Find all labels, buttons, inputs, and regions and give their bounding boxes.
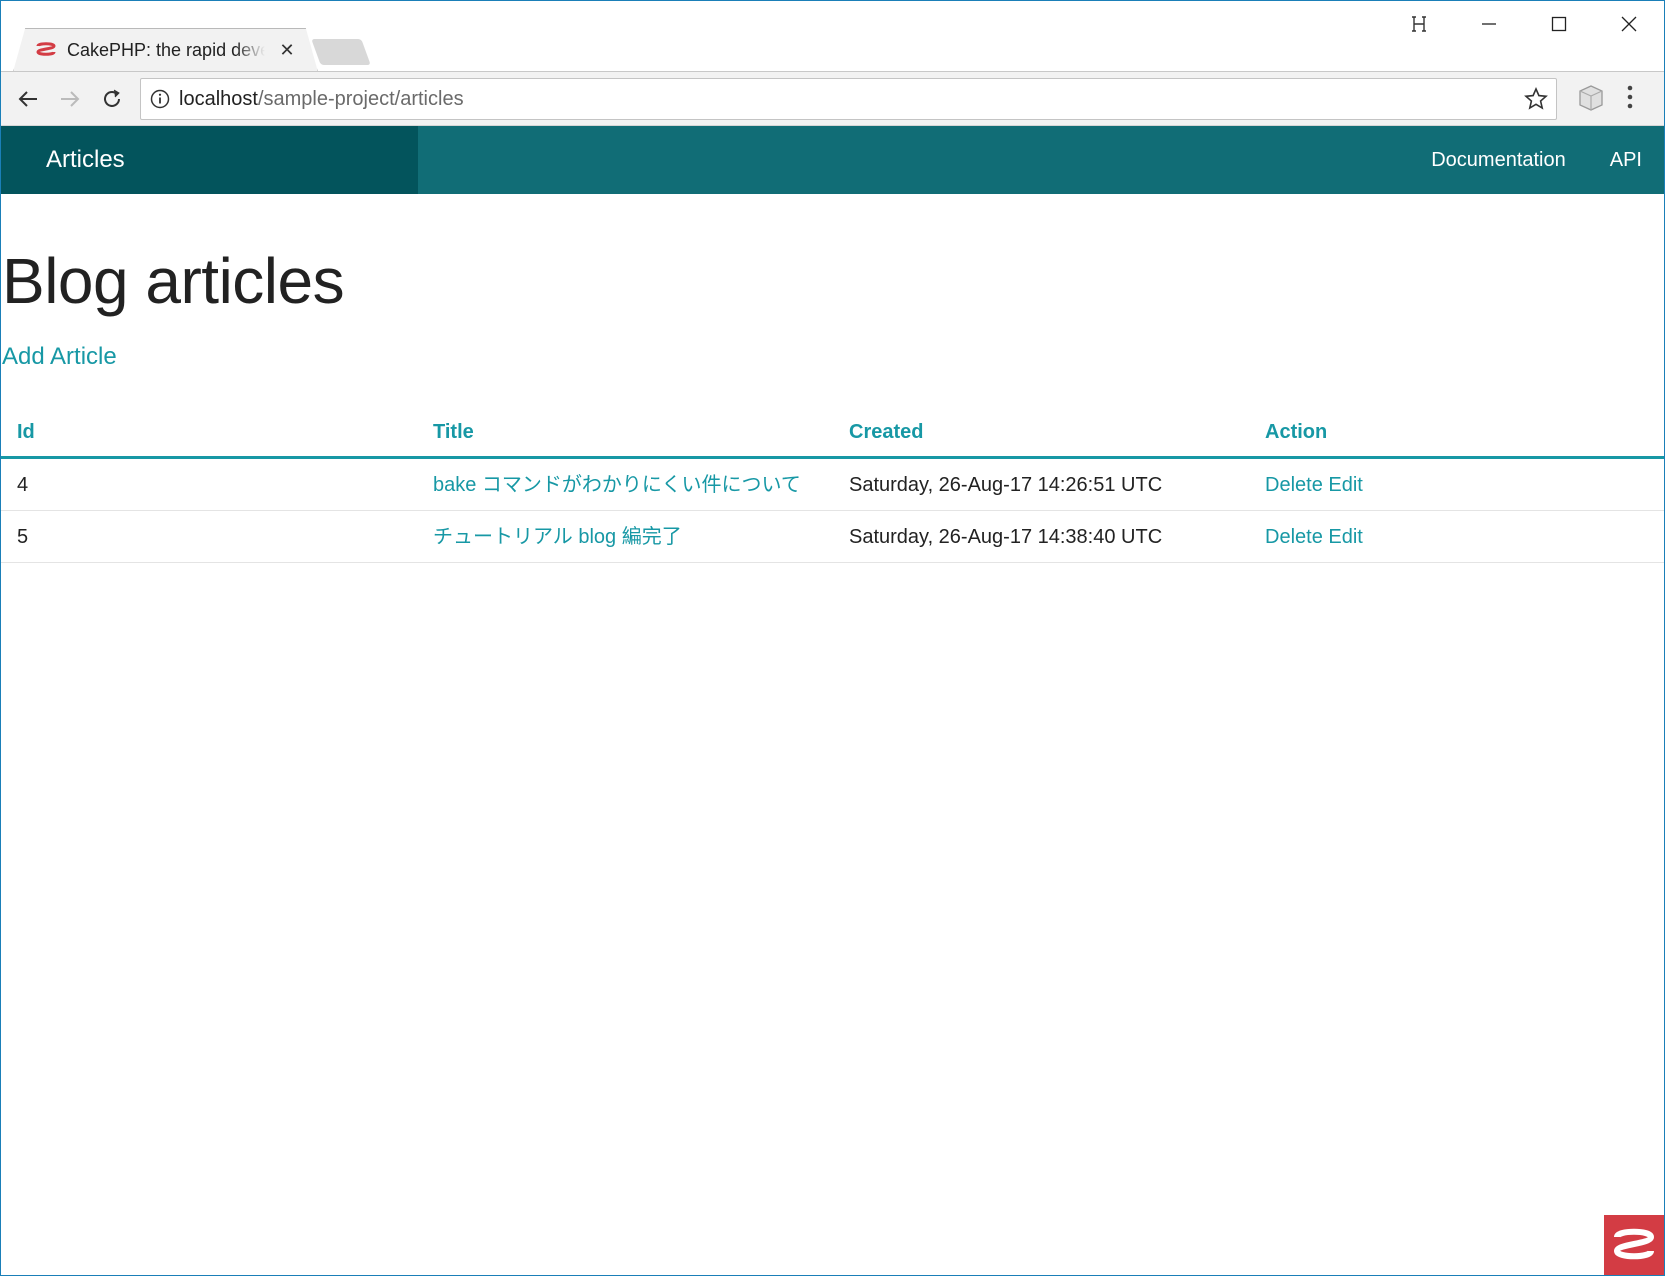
articles-table: Id Title Created Action 4 bake コマンドがわかりに… (1, 409, 1664, 563)
profile-icon[interactable] (1384, 1, 1454, 47)
browser-toolbar: localhost/sample-project/articles (1, 71, 1664, 126)
add-article-link[interactable]: Add Article (2, 343, 117, 371)
article-title-cell: チュートリアル blog 編完了 (417, 510, 833, 563)
article-created: Saturday, 26-Aug-17 14:38:40 UTC (833, 510, 1249, 563)
delete-link[interactable]: Delete (1265, 474, 1323, 496)
documentation-link[interactable]: Documentation (1431, 149, 1566, 172)
tab-close-icon[interactable]: ✕ (279, 40, 295, 61)
page-title: Blog articles (2, 245, 345, 317)
column-header-id: Id (1, 409, 417, 459)
new-tab-button[interactable] (311, 39, 371, 65)
cakephp-favicon-icon (35, 41, 57, 59)
cakephp-debug-kit-icon[interactable] (1604, 1215, 1664, 1275)
browser-menu-icon[interactable] (1626, 84, 1634, 115)
column-header-title: Title (417, 409, 833, 459)
article-created: Saturday, 26-Aug-17 14:26:51 UTC (833, 457, 1249, 511)
edit-link[interactable]: Edit (1328, 526, 1362, 548)
article-id: 4 (1, 457, 417, 511)
minimize-icon[interactable] (1454, 1, 1524, 47)
table-row: 5 チュートリアル blog 編完了 Saturday, 26-Aug-17 1… (1, 510, 1664, 563)
info-icon[interactable] (141, 89, 179, 109)
delete-link[interactable]: Delete (1265, 526, 1323, 548)
site-title[interactable]: Articles (46, 146, 125, 174)
back-icon[interactable] (13, 84, 43, 114)
site-title-area: Articles (1, 126, 418, 194)
tab-title: CakePHP: the rapid development php frame… (67, 39, 265, 60)
article-title-cell: bake コマンドがわかりにくい件について (417, 457, 833, 511)
extension-cube-icon[interactable] (1578, 84, 1604, 117)
column-header-created: Created (833, 409, 1249, 459)
site-top-bar: Articles Documentation API (1, 126, 1664, 194)
window-controls (1384, 1, 1664, 47)
api-link[interactable]: API (1610, 149, 1642, 172)
article-id: 5 (1, 510, 417, 563)
browser-window: CakePHP: the rapid development php frame… (0, 0, 1665, 1276)
url-text: localhost/sample-project/articles (179, 87, 464, 110)
maximize-icon[interactable] (1524, 1, 1594, 47)
address-bar[interactable]: localhost/sample-project/articles (140, 78, 1557, 120)
table-row: 4 bake コマンドがわかりにくい件について Saturday, 26-Aug… (1, 457, 1664, 511)
article-actions: Delete Edit (1249, 510, 1664, 563)
article-title-link[interactable]: チュートリアル blog 編完了 (433, 526, 682, 548)
table-header-row: Id Title Created Action (1, 409, 1664, 459)
forward-icon[interactable] (55, 84, 85, 114)
top-nav-links: Documentation API (1409, 126, 1664, 194)
article-actions: Delete Edit (1249, 457, 1664, 511)
title-bar: CakePHP: the rapid development php frame… (1, 1, 1664, 72)
active-tab[interactable]: CakePHP: the rapid development php frame… (13, 28, 318, 72)
article-title-link[interactable]: bake コマンドがわかりにくい件について (433, 474, 801, 496)
reload-icon[interactable] (97, 84, 127, 114)
column-header-action: Action (1249, 409, 1664, 459)
close-window-icon[interactable] (1594, 1, 1664, 47)
bookmark-star-icon[interactable] (1524, 87, 1548, 116)
edit-link[interactable]: Edit (1328, 474, 1362, 496)
